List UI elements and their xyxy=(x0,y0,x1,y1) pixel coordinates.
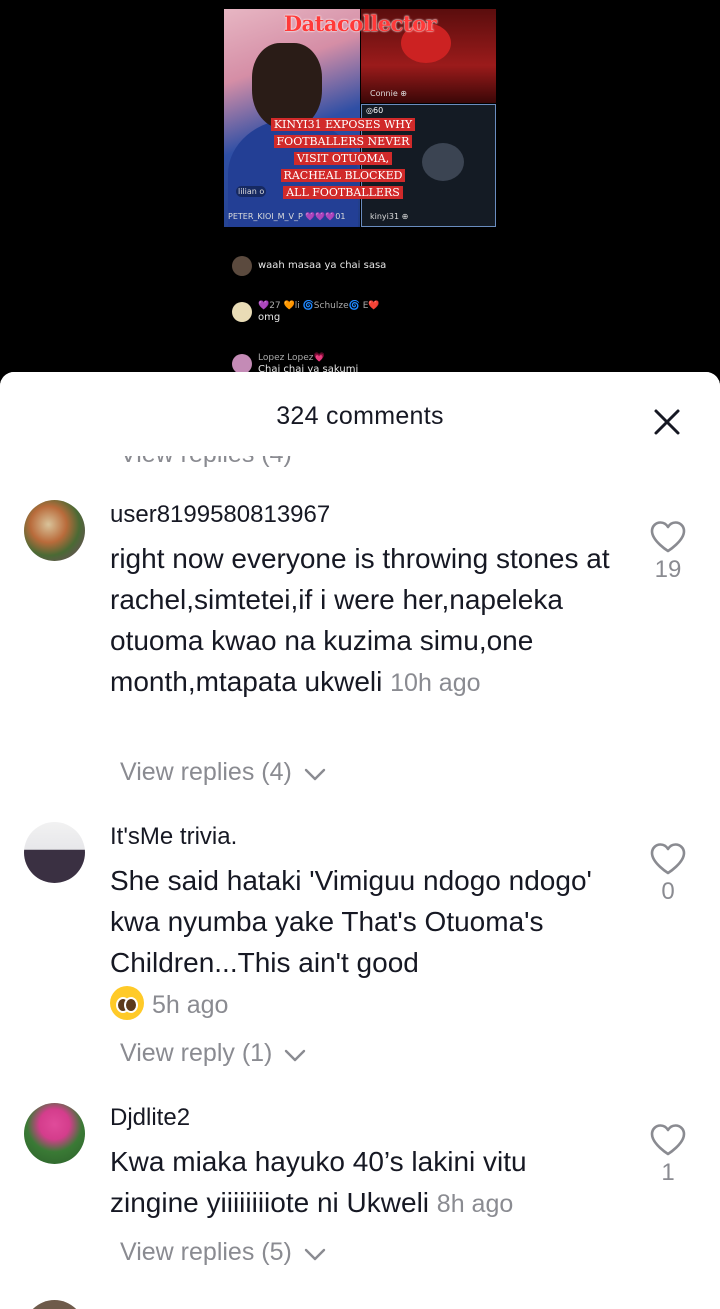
live-comment-text: waah masaa ya chai sasa xyxy=(258,260,387,271)
video-thumbnail: Datacollector Connie ⊕ ◎60 KINYI31 EXPOS… xyxy=(224,9,496,227)
thumbnail-title: Datacollector xyxy=(283,11,437,36)
live-comment-name: Lopez Lopez💗 xyxy=(258,353,325,363)
comment-body: right now everyone is throwing stones at… xyxy=(110,543,610,697)
comment-time: 10h ago xyxy=(390,669,481,697)
sheet-header: 324 comments xyxy=(0,372,720,456)
chevron-down-icon xyxy=(304,768,325,781)
headline-line: FOOTBALLERS NEVER xyxy=(273,135,413,148)
headline-line: KINYI31 EXPOSES WHY xyxy=(270,118,416,131)
comment-username[interactable]: It'sMe trivia. xyxy=(110,823,237,851)
comment-time: 5h ago xyxy=(152,991,229,1019)
tag-kinyi: kinyi31 ⊕ xyxy=(370,212,409,221)
like-button[interactable]: 19 xyxy=(646,520,690,584)
heart-icon xyxy=(650,1124,686,1156)
view-replies-button[interactable]: View replies (4) xyxy=(120,758,327,787)
view-replies-label: View replies (4) xyxy=(120,758,292,786)
like-count: 19 xyxy=(654,556,682,583)
close-button[interactable] xyxy=(651,406,683,438)
video-background[interactable]: Datacollector Connie ⊕ ◎60 KINYI31 EXPOS… xyxy=(0,0,720,400)
close-icon xyxy=(654,409,680,435)
chevron-down-icon xyxy=(285,1049,306,1062)
heart-icon xyxy=(650,843,686,875)
avatar[interactable] xyxy=(24,500,85,561)
tag-count: ◎60 xyxy=(366,106,384,115)
live-comment: 💜27 🧡li 🌀Schulze🌀 E❤️ omg xyxy=(232,300,380,324)
view-replies-button[interactable]: View replies (5) xyxy=(120,1238,327,1267)
like-count: 1 xyxy=(661,1159,675,1186)
headline-line: ALL FOOTBALLERS xyxy=(283,186,403,199)
like-count: 0 xyxy=(661,878,675,905)
heart-icon xyxy=(650,521,686,553)
avatar xyxy=(232,302,252,322)
pleading-face-icon xyxy=(110,986,144,1020)
headline-line: VISIT OTUOMA, xyxy=(293,152,393,165)
tag-peter: PETER_KIOI_M_V_P 💜💜💜01 xyxy=(228,212,346,221)
avatar xyxy=(232,256,252,276)
avatar[interactable] xyxy=(24,1103,85,1164)
live-comment: waah masaa ya chai sasa xyxy=(232,256,386,276)
view-replies-label: View replies (5) xyxy=(120,1238,292,1266)
live-comment-name: 💜27 🧡li 🌀Schulze🌀 E❤️ xyxy=(258,301,380,311)
comment-username[interactable]: user8199580813967 xyxy=(110,501,330,529)
headline-line: RACHEAL BLOCKED xyxy=(280,169,406,182)
like-button[interactable]: 1 xyxy=(646,1123,690,1187)
comment-text: She said hataki 'Vimiguu ndogo ndogo' kw… xyxy=(110,860,620,1026)
video-headline: KINYI31 EXPOSES WHY FOOTBALLERS NEVER VI… xyxy=(268,116,418,201)
avatar xyxy=(232,354,252,374)
comment-time: 8h ago xyxy=(436,1190,514,1218)
tag-connie: Connie ⊕ xyxy=(370,89,408,98)
comments-count-title: 324 comments xyxy=(276,402,444,430)
chevron-down-icon xyxy=(304,1248,325,1261)
view-replies-button[interactable]: View reply (1) xyxy=(120,1039,307,1068)
comment-text: right now everyone is throwing stones at… xyxy=(110,538,620,704)
comments-sheet: 324 comments View replies (4) user819958… xyxy=(0,372,720,1309)
like-button[interactable]: 0 xyxy=(646,842,690,906)
comment-username[interactable]: Djdlite2 xyxy=(110,1104,190,1132)
comment-body: She said hataki 'Vimiguu ndogo ndogo' kw… xyxy=(110,865,592,978)
tag-lilian: lilian o xyxy=(236,186,267,197)
avatar[interactable] xyxy=(24,822,85,883)
comment-text: Kwa miaka hayuko 40’s lakini vitu zingin… xyxy=(110,1141,620,1225)
avatar[interactable] xyxy=(24,1300,85,1309)
live-comment-text: omg xyxy=(258,312,281,323)
view-replies-label: View reply (1) xyxy=(120,1039,273,1067)
